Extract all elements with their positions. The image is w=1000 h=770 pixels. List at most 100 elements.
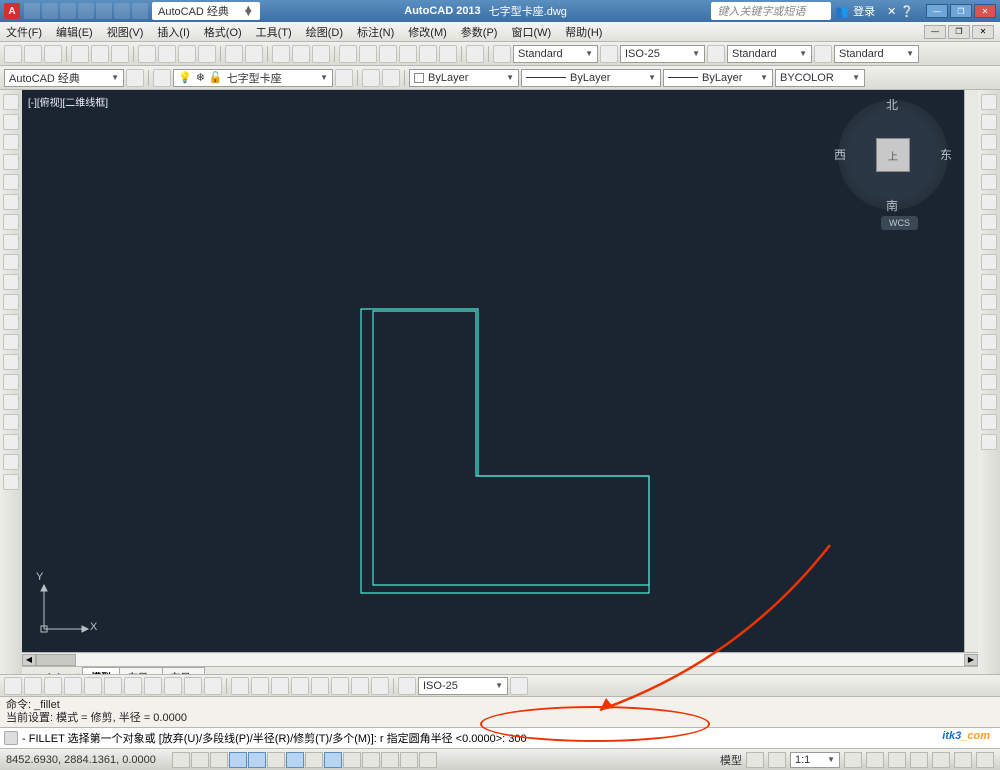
anno-auto-icon[interactable] [866,752,884,768]
quickview-drawings-icon[interactable] [768,752,786,768]
dim-break-icon[interactable] [251,677,269,695]
doc-minimize-button[interactable]: — [924,25,946,39]
cut-icon[interactable] [138,45,156,63]
markup-icon[interactable] [419,45,437,63]
doc-close-button[interactable]: ✕ [972,25,994,39]
viewport-vscroll[interactable] [964,90,978,652]
workspace-combo[interactable]: AutoCAD 经典▼ [4,69,124,87]
qat-save-icon[interactable] [60,3,76,19]
layer-prev-icon[interactable] [382,69,400,87]
minimize-button[interactable]: — [926,4,948,18]
chamfer-icon[interactable] [981,374,997,390]
viewport-hscroll[interactable]: ◀ ▶ [22,652,978,666]
qat-plot-icon[interactable] [96,3,112,19]
workspace-settings-icon[interactable] [126,69,144,87]
circle-icon[interactable] [3,214,19,230]
table-style-icon[interactable] [707,45,725,63]
pan-icon[interactable] [272,45,290,63]
save-icon[interactable] [44,45,62,63]
point-icon[interactable] [3,354,19,370]
qp-toggle[interactable] [381,752,399,768]
doc-restore-button[interactable]: ❐ [948,25,970,39]
hatch-icon[interactable] [3,374,19,390]
dim-update-icon[interactable] [398,677,416,695]
extend-icon[interactable] [981,294,997,310]
search-input[interactable]: 键入关键字或短语 [711,2,831,20]
move-icon[interactable] [981,194,997,210]
dyn-toggle[interactable] [324,752,342,768]
exchange-icon[interactable]: ✕ [887,5,896,18]
grid-toggle[interactable] [191,752,209,768]
qat-saveas-icon[interactable] [78,3,94,19]
line-icon[interactable] [3,94,19,110]
isolate-icon[interactable] [954,752,972,768]
menu-tools[interactable]: 工具(T) [256,24,292,40]
menu-draw[interactable]: 绘图(D) [306,24,343,40]
dim-quick-icon[interactable] [164,677,182,695]
viewport[interactable]: [-][俯视][二维线框] 北 南 东 西 上 WCS [22,90,978,652]
compass-east[interactable]: 东 [940,146,952,163]
region-icon[interactable] [3,414,19,430]
dim-edit-icon[interactable] [351,677,369,695]
join-icon[interactable] [981,354,997,370]
center-mark-icon[interactable] [291,677,309,695]
color-combo[interactable]: ByLayer▼ [409,69,519,87]
table-style-combo[interactable]: Standard▼ [727,45,812,63]
rotate-icon[interactable] [981,214,997,230]
menu-dimension[interactable]: 标注(N) [357,24,394,40]
am-toggle[interactable] [419,752,437,768]
layer-props-icon[interactable] [153,69,171,87]
lwt-toggle[interactable] [343,752,361,768]
ellipse-arc-icon[interactable] [3,294,19,310]
qat-undo-icon[interactable] [114,3,130,19]
explode-icon[interactable] [981,434,997,450]
lineweight-combo[interactable]: ByLayer▼ [663,69,773,87]
dim-radius-icon[interactable] [84,677,102,695]
arc-icon[interactable] [3,194,19,210]
plotstyle-combo[interactable]: BYCOLOR▼ [775,69,865,87]
dim-angular-icon[interactable] [144,677,162,695]
dim-space-icon[interactable] [231,677,249,695]
snap-toggle[interactable] [172,752,190,768]
inspect-icon[interactable] [311,677,329,695]
anno-scale-combo[interactable]: 1:1▼ [790,752,840,768]
compass-south[interactable]: 南 [886,197,898,214]
qat-redo-icon[interactable] [132,3,148,19]
break-icon[interactable] [981,334,997,350]
wcs-badge[interactable]: WCS [881,216,918,230]
undo-icon[interactable] [225,45,243,63]
dim-style-manager-icon[interactable] [510,677,528,695]
dim-arc-icon[interactable] [44,677,62,695]
qat-open-icon[interactable] [42,3,58,19]
offset-icon[interactable] [981,154,997,170]
table-icon[interactable] [3,434,19,450]
help-icon[interactable]: ❔ [900,5,914,18]
publish-icon[interactable] [111,45,129,63]
scroll-right-icon[interactable]: ▶ [964,654,978,666]
insert-block-icon[interactable] [3,314,19,330]
layer-combo[interactable]: 💡 ❄ 🔓 七字型卡座▼ [173,69,333,87]
new-icon[interactable] [4,45,22,63]
dim-baseline-icon[interactable] [184,677,202,695]
hardware-accel-icon[interactable] [932,752,950,768]
dim-linear-icon[interactable] [4,677,22,695]
login-button[interactable]: 登录 [853,3,875,19]
layer-states-icon[interactable] [335,69,353,87]
model-space-button[interactable]: 模型 [720,752,742,768]
menu-insert[interactable]: 插入(I) [157,24,189,40]
gradient-icon[interactable] [3,394,19,410]
revcloud-icon[interactable] [3,234,19,250]
ellipse-icon[interactable] [3,274,19,290]
preview-icon[interactable] [91,45,109,63]
sheet-set-icon[interactable] [399,45,417,63]
compass-west[interactable]: 西 [834,146,846,163]
zoom-icon[interactable] [292,45,310,63]
dim-tedit-icon[interactable] [371,677,389,695]
layer-iso-icon[interactable] [362,69,380,87]
dim-style-combo[interactable]: ISO-25▼ [620,45,705,63]
mleader-style-combo[interactable]: Standard▼ [834,45,919,63]
polygon-icon[interactable] [3,154,19,170]
open-icon[interactable] [24,45,42,63]
toolbar-lock-icon[interactable] [910,752,928,768]
workspace-switcher-top[interactable]: AutoCAD 经典 ▲▼ [152,2,260,20]
